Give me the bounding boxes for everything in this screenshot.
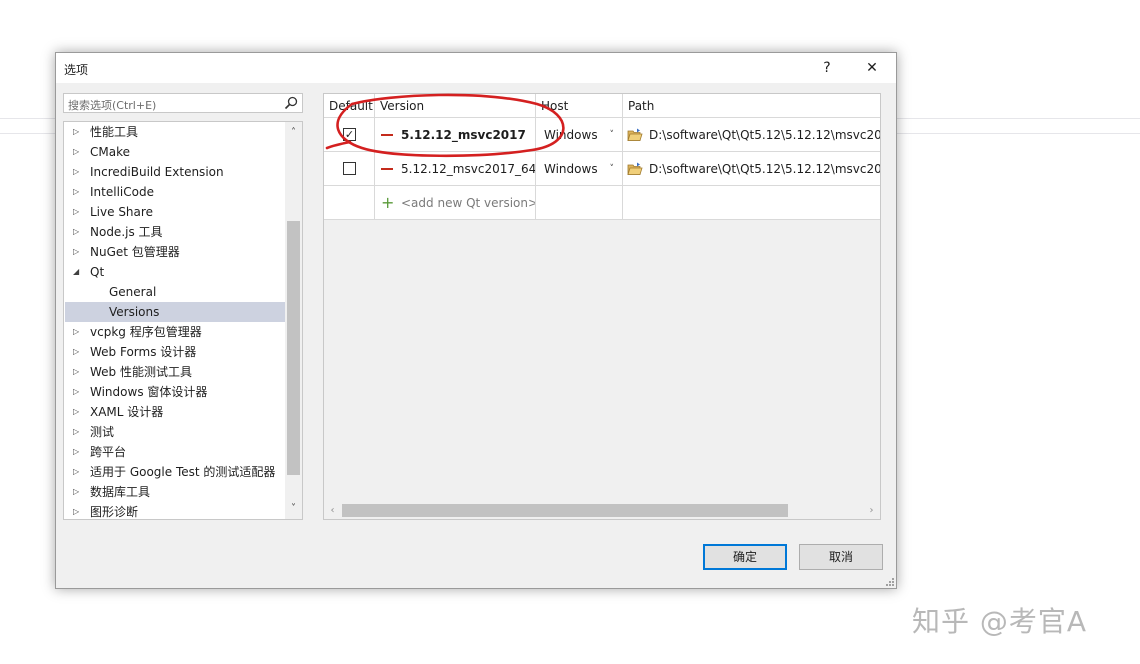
- tree-item-label: vcpkg 程序包管理器: [90, 325, 202, 339]
- tree-item[interactable]: ▷ 跨平台: [65, 442, 286, 462]
- collapsed-arrow-icon[interactable]: ▷: [73, 382, 83, 402]
- tree-item-label: 数据库工具: [90, 485, 151, 499]
- scroll-up-icon[interactable]: ˄: [285, 124, 302, 141]
- search-icon: [284, 96, 298, 110]
- tree-item-label: Live Share: [90, 205, 153, 219]
- resize-grip-icon[interactable]: [886, 578, 894, 586]
- scroll-down-icon[interactable]: ˅: [285, 500, 302, 517]
- dialog-title: 选项: [64, 63, 89, 77]
- tree-item-label: IncrediBuild Extension: [90, 165, 224, 179]
- horizontal-scrollbar[interactable]: ‹ ›: [324, 502, 880, 519]
- add-qt-version-row[interactable]: + <add new Qt version>: [375, 186, 536, 220]
- collapsed-arrow-icon[interactable]: ▷: [73, 442, 83, 462]
- collapsed-arrow-icon[interactable]: ▷: [73, 362, 83, 382]
- tree-item[interactable]: ▷ NuGet 包管理器: [65, 242, 286, 262]
- collapsed-arrow-icon[interactable]: ▷: [73, 182, 83, 202]
- tree-item-label: 性能工具: [90, 125, 139, 139]
- tree-item[interactable]: ▷ CMake: [65, 142, 286, 162]
- path-value-1: D:\software\Qt\Qt5.12\5.12.12\msvc2017: [649, 128, 881, 142]
- search-placeholder: 搜索选项(Ctrl+E): [68, 99, 157, 112]
- add-row-host: [536, 186, 623, 220]
- collapsed-arrow-icon[interactable]: ▷: [73, 222, 83, 242]
- close-button[interactable]: ✕: [852, 55, 892, 81]
- tree-item-label: Qt: [90, 265, 105, 279]
- tree-item[interactable]: ▷ 数据库工具: [65, 482, 286, 502]
- tree-item-label: 适用于 Google Test 的测试适配器: [90, 465, 276, 479]
- tree-item-label: Windows 窗体设计器: [90, 385, 208, 399]
- scroll-thumb[interactable]: [287, 221, 300, 475]
- tree-item[interactable]: ▷ Web Forms 设计器: [65, 342, 286, 362]
- folder-open-icon[interactable]: [627, 161, 643, 177]
- search-input[interactable]: 搜索选项(Ctrl+E): [63, 93, 303, 113]
- expanded-arrow-icon[interactable]: ◢: [73, 262, 83, 282]
- scroll-left-icon[interactable]: ‹: [324, 502, 341, 519]
- watermark: 知乎 @考官A: [912, 605, 1088, 638]
- tree-item[interactable]: ▷ 测试: [65, 422, 286, 442]
- collapsed-arrow-icon[interactable]: ▷: [73, 482, 83, 502]
- tree-item-label: IntelliCode: [90, 185, 154, 199]
- title-bar: 选项 ? ✕: [56, 53, 896, 83]
- tree-item[interactable]: ▷ 图形诊断: [65, 502, 286, 519]
- tree-item-label: XAML 设计器: [90, 405, 164, 419]
- tree-item-label: 测试: [90, 425, 115, 439]
- add-row-default: [324, 186, 375, 220]
- collapsed-arrow-icon[interactable]: ▷: [73, 142, 83, 162]
- chevron-down-icon: ˅: [609, 130, 615, 140]
- tree-item[interactable]: ▷ XAML 设计器: [65, 402, 286, 422]
- tree-item[interactable]: General: [65, 282, 286, 302]
- tree-item-label: 图形诊断: [90, 505, 139, 519]
- collapsed-arrow-icon[interactable]: ▷: [73, 502, 83, 519]
- default-checkbox-2[interactable]: [343, 162, 356, 175]
- add-qt-version-label: <add new Qt version>: [401, 196, 536, 210]
- tree-item-label: General: [109, 285, 157, 299]
- tree-item[interactable]: ▷ 性能工具: [65, 122, 286, 142]
- tree-item-label: Web Forms 设计器: [90, 345, 197, 359]
- scroll-thumb[interactable]: [342, 504, 788, 517]
- tree-item-label: 跨平台: [90, 445, 127, 459]
- tree-item[interactable]: ◢ Qt: [65, 262, 286, 282]
- ok-button[interactable]: 确定: [703, 544, 787, 570]
- collapsed-arrow-icon[interactable]: ▷: [73, 122, 83, 142]
- folder-open-icon[interactable]: [627, 127, 643, 143]
- tree-item[interactable]: ▷ vcpkg 程序包管理器: [65, 322, 286, 342]
- tree-scrollbar[interactable]: ˄ ˅: [285, 122, 302, 519]
- collapsed-arrow-icon[interactable]: ▷: [73, 342, 83, 362]
- red-annotation-circle: [325, 93, 565, 158]
- cancel-button[interactable]: 取消: [799, 544, 883, 570]
- tree-item-label: CMake: [90, 145, 130, 159]
- tree-item-label: Web 性能测试工具: [90, 365, 192, 379]
- tree-item[interactable]: ▷ IntelliCode: [65, 182, 286, 202]
- header-path[interactable]: Path: [623, 94, 880, 118]
- tree-item[interactable]: ▷ 适用于 Google Test 的测试适配器: [65, 462, 286, 482]
- collapsed-arrow-icon[interactable]: ▷: [73, 242, 83, 262]
- options-tree[interactable]: ▷ 性能工具 ▷ CMake ▷ IncrediBuild Extension ▷ Intel…: [63, 121, 303, 520]
- scroll-right-icon[interactable]: ›: [863, 502, 880, 519]
- collapsed-arrow-icon[interactable]: ▷: [73, 322, 83, 342]
- help-button[interactable]: ?: [807, 55, 847, 81]
- tree-item[interactable]: Versions: [65, 302, 286, 322]
- collapsed-arrow-icon[interactable]: ▷: [73, 422, 83, 442]
- tree-item[interactable]: ▷ Node.js 工具: [65, 222, 286, 242]
- collapsed-arrow-icon[interactable]: ▷: [73, 402, 83, 422]
- tree-item[interactable]: ▷ IncrediBuild Extension: [65, 162, 286, 182]
- collapsed-arrow-icon[interactable]: ▷: [73, 202, 83, 222]
- collapsed-arrow-icon[interactable]: ▷: [73, 462, 83, 482]
- collapsed-arrow-icon[interactable]: ▷: [73, 162, 83, 182]
- table-row-2-path[interactable]: D:\software\Qt\Qt5.12\5.12.12\msvc2017_6…: [623, 152, 880, 186]
- plus-icon: +: [381, 193, 395, 212]
- tree-item[interactable]: ▷ Web 性能测试工具: [65, 362, 286, 382]
- version-marker-icon: [381, 168, 393, 170]
- add-row-path: [623, 186, 880, 220]
- tree-item[interactable]: ▷ Live Share: [65, 202, 286, 222]
- tree-item[interactable]: ▷ Windows 窗体设计器: [65, 382, 286, 402]
- tree-item-label: Node.js 工具: [90, 225, 163, 239]
- table-row-1-path[interactable]: D:\software\Qt\Qt5.12\5.12.12\msvc2017: [623, 118, 881, 152]
- path-value-2: D:\software\Qt\Qt5.12\5.12.12\msvc2017_6…: [649, 162, 880, 176]
- tree-item-label: Versions: [109, 305, 160, 319]
- chevron-down-icon: ˅: [609, 164, 615, 174]
- tree-item-label: NuGet 包管理器: [90, 245, 180, 259]
